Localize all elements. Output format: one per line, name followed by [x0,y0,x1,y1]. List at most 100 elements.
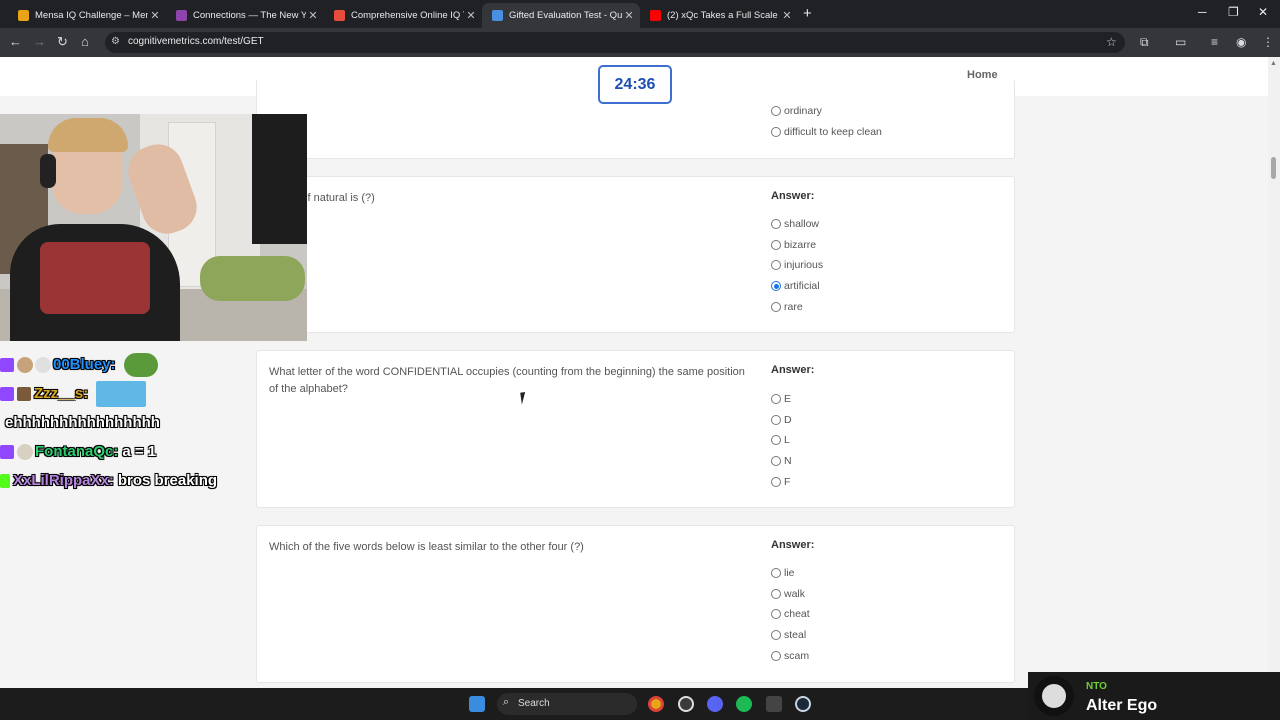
badge-emote-icon [35,356,51,373]
browser-tab[interactable]: Comprehensive Online IQ Test ✕ [324,3,482,28]
site-info-icon[interactable]: ⚙ [111,36,121,48]
chrome-icon[interactable] [648,696,664,712]
answer-option[interactable]: difficult to keep clean [771,122,882,143]
chat-message: XxLilRippaXx: bros breaking [0,466,260,495]
option-label: D [784,413,792,426]
answer-option[interactable]: shallow [771,214,823,235]
answer-option[interactable]: rare [771,296,823,317]
bookmark-star-icon[interactable]: ☆ [1106,35,1117,49]
answer-option[interactable]: L [771,430,792,451]
radio-button[interactable] [771,588,781,599]
option-label: walk [784,587,806,600]
reload-icon[interactable]: ↻ [57,34,68,50]
tab-close-icon[interactable]: ✕ [464,9,478,22]
answer-option[interactable]: steal [771,625,810,646]
pepe-emote-icon [123,352,158,377]
sub-badge-icon [0,357,14,372]
page-scrollbar[interactable]: ▲ ▼ [1268,57,1280,688]
answer-option[interactable]: walk [771,584,810,605]
answer-option[interactable]: bizarre [771,235,823,256]
badge-emote-icon [17,443,33,460]
answer-option[interactable]: scam [771,645,810,666]
tab-close-icon[interactable]: ✕ [622,9,636,22]
option-label: injurious [784,259,824,272]
home-icon[interactable]: ⌂ [81,34,89,49]
start-icon[interactable] [469,696,485,712]
chat-username: XxLilRippaXx: [13,472,114,489]
answer-option[interactable]: injurious [771,255,823,276]
radio-button[interactable] [771,219,781,230]
tab-title: Gifted Evaluation Test - Quick, A [509,10,622,21]
discord-icon[interactable] [707,696,723,712]
cast-icon[interactable]: ▭ [1175,35,1186,49]
answer-option[interactable]: cheat [771,604,810,625]
sub-badge-icon [0,386,14,401]
browser-tab[interactable]: (2) xQc Takes a Full Scale IQ Tes ✕ [640,3,798,28]
now-playing-widget: NTO Alter Ego [1028,672,1280,720]
tab-close-icon[interactable]: ✕ [780,9,794,22]
radio-button[interactable] [771,239,781,250]
address-url: cognitivemetrics.com/test/GET [128,36,264,47]
answer-option[interactable]: F [771,471,792,492]
close-window-icon[interactable]: ✕ [1258,5,1268,19]
answer-option[interactable]: N [771,451,792,472]
obs-icon[interactable] [678,696,694,712]
radio-button[interactable] [771,414,781,425]
profile-avatar-icon[interactable]: ◉ [1236,35,1246,49]
radio-button-selected[interactable] [771,281,781,292]
menu-icon[interactable]: ⋮ [1262,35,1274,49]
tab-close-icon[interactable]: ✕ [148,9,162,22]
browser-toolbar: ← → ↻ ⌂ ⚙ cognitivemetrics.com/test/GET … [0,28,1280,57]
answer-option[interactable]: artificial [771,276,823,297]
spotify-icon[interactable] [736,696,752,712]
app-icon[interactable] [766,696,782,712]
radio-button[interactable] [771,476,781,487]
chat-username: FontanaQc: [35,443,119,460]
answer-option[interactable]: E [771,389,792,410]
now-playing-title: Alter Ego [1086,697,1158,714]
browser-tab-bar: Mensa IQ Challenge – Mensa In ✕ Connecti… [0,0,1280,28]
radio-button[interactable] [771,126,781,137]
mouse-cursor-icon [520,391,532,405]
radio-button[interactable] [771,630,781,641]
radio-button[interactable] [771,609,781,620]
patrick-emote-icon [96,380,147,407]
scroll-up-icon[interactable]: ▲ [1270,60,1277,67]
tab-favicon-icon [492,10,503,21]
tab-close-icon[interactable]: ✕ [306,9,320,22]
radio-button[interactable] [771,301,781,312]
address-bar[interactable]: ⚙ cognitivemetrics.com/test/GET [105,32,1125,53]
answer-options: E D L N F [771,389,792,492]
webcam-panel [252,114,307,244]
browser-tab[interactable]: Mensa IQ Challenge – Mensa In ✕ [8,3,166,28]
forward-icon[interactable]: → [33,34,46,49]
extensions-icon[interactable]: ⧉ [1140,35,1149,50]
taskbar-search[interactable]: ⌕ Search [497,693,637,715]
radio-button[interactable] [771,394,781,405]
steam-icon[interactable] [795,696,811,712]
radio-button[interactable] [771,260,781,271]
option-label: steal [784,629,807,642]
answer-options: lie walk cheat steal scam [771,563,810,666]
back-icon[interactable]: ← [9,34,22,49]
answer-option[interactable]: ordinary [771,101,882,122]
scrollbar-thumb[interactable] [1271,157,1276,179]
maximize-icon[interactable]: ❐ [1228,5,1239,19]
answer-option[interactable]: D [771,410,792,431]
question-card: posite of natural is (?) Answer: shallow… [256,176,1015,333]
radio-button[interactable] [771,456,781,467]
browser-tab-active[interactable]: Gifted Evaluation Test - Quick, A ✕ [482,3,640,28]
search-icon: ⌕ [503,696,510,708]
radio-button[interactable] [771,568,781,579]
radio-button[interactable] [771,435,781,446]
answer-heading: Answer: [771,539,815,551]
radio-button[interactable] [771,106,781,117]
media-icon[interactable]: ≡ [1211,35,1218,49]
answer-options: ordinary difficult to keep clean [771,101,882,142]
minimize-icon[interactable]: ─ [1198,5,1207,19]
kick-badge-icon [0,473,10,488]
new-tab-icon[interactable]: + [803,5,812,22]
radio-button[interactable] [771,650,781,661]
answer-option[interactable]: lie [771,563,810,584]
browser-tab[interactable]: Connections — The New York T ✕ [166,3,324,28]
